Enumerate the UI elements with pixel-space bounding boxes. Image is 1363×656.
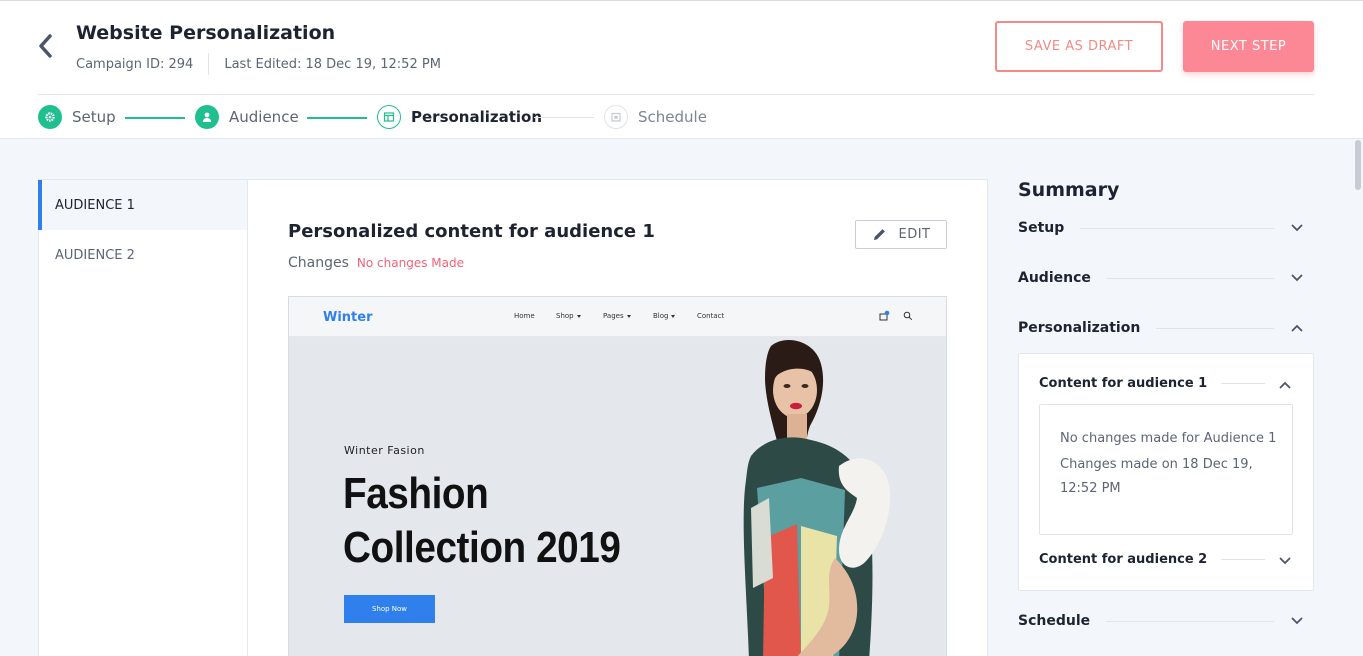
preview-eyebrow: Winter Fasion xyxy=(344,444,425,457)
chevron-down-icon xyxy=(1290,614,1304,628)
changes-status: Changes No changes Made xyxy=(288,255,464,271)
summary-content-audience-2[interactable]: Content for audience 2 xyxy=(1039,548,1291,570)
audience-tab-2[interactable]: AUDIENCE 2 xyxy=(39,230,248,280)
summary-changes-date: Changes made on 18 Dec 19, 12:52 PM xyxy=(1060,457,1253,496)
calendar-icon xyxy=(604,105,628,129)
meta-divider xyxy=(208,53,210,75)
summary-content-label: Content for audience 2 xyxy=(1039,551,1208,567)
fashion-model-image xyxy=(743,340,891,656)
preview-headline-line: Collection 2019 xyxy=(343,523,621,572)
preview-headline-line: Fashion xyxy=(343,469,489,518)
chevron-up-icon xyxy=(1279,374,1291,393)
page-title: Website Personalization xyxy=(76,22,336,44)
step-connector xyxy=(307,117,367,119)
pencil-icon xyxy=(873,229,885,240)
save-as-draft-button[interactable]: SAVE AS DRAFT xyxy=(995,21,1163,72)
summary-section-label: Schedule xyxy=(1018,613,1091,629)
preview-menu-label: Shop xyxy=(556,312,574,320)
summary-section-label: Setup xyxy=(1018,220,1065,236)
step-personalization[interactable]: Personalization xyxy=(377,104,542,130)
user-icon xyxy=(195,105,219,129)
caret-down-icon xyxy=(576,314,581,318)
page-scrollbar[interactable] xyxy=(1353,140,1363,656)
content-panel: Personalized content for audience 1 Chan… xyxy=(247,179,988,656)
summary-divider xyxy=(1221,382,1265,384)
summary-title: Summary xyxy=(1018,179,1120,201)
chevron-left-icon xyxy=(39,34,52,58)
personalization-summary-box: Content for audience 1 No changes made f… xyxy=(1018,353,1314,591)
summary-section-personalization[interactable]: Personalization xyxy=(1018,316,1304,340)
summary-content-label: Content for audience 1 xyxy=(1039,375,1208,391)
campaign-id: Campaign ID: 294 xyxy=(76,56,194,72)
cart-icon xyxy=(879,310,890,321)
edit-label: EDIT xyxy=(898,227,931,242)
preview-menu-item: Pages xyxy=(603,312,631,320)
step-label: Personalization xyxy=(411,108,543,126)
summary-divider xyxy=(1106,277,1274,279)
summary-section-schedule[interactable]: Schedule xyxy=(1018,609,1304,633)
step-audience[interactable]: Audience xyxy=(195,104,299,130)
preview-menu-label: Blog xyxy=(653,312,669,320)
preview-menu-label: Pages xyxy=(603,312,624,320)
website-preview[interactable]: Winter Home Shop Pages Blog Contact Wint… xyxy=(288,296,947,656)
summary-divider xyxy=(1221,558,1265,560)
summary-section-label: Audience xyxy=(1018,270,1091,286)
summary-content-audience-1[interactable]: Content for audience 1 xyxy=(1039,372,1291,394)
back-button[interactable] xyxy=(34,31,58,61)
step-setup[interactable]: Setup xyxy=(38,104,116,130)
summary-divider xyxy=(1080,227,1274,229)
gear-icon xyxy=(38,105,62,129)
next-step-button[interactable]: NEXT STEP xyxy=(1183,21,1314,72)
caret-down-icon xyxy=(626,314,631,318)
header-divider xyxy=(38,94,1314,95)
chevron-down-icon xyxy=(1290,271,1304,285)
preview-headline: Fashion Collection 2019 xyxy=(343,467,621,575)
preview-navbar: Winter Home Shop Pages Blog Contact xyxy=(289,297,946,337)
layout-icon xyxy=(377,105,401,129)
summary-divider xyxy=(1106,620,1274,622)
edit-button[interactable]: EDIT xyxy=(855,220,947,249)
chevron-down-icon xyxy=(1290,221,1304,235)
step-connector xyxy=(125,117,185,119)
audience-list: AUDIENCE 1 AUDIENCE 2 xyxy=(38,179,248,656)
preview-menu-item: Contact xyxy=(697,312,725,320)
summary-section-audience[interactable]: Audience xyxy=(1018,266,1304,290)
preview-menu-item: Home xyxy=(514,312,535,320)
step-label: Schedule xyxy=(638,108,707,126)
preview-menu-item: Shop xyxy=(556,312,581,320)
scrollbar-thumb[interactable] xyxy=(1355,140,1361,190)
step-schedule[interactable]: Schedule xyxy=(604,104,707,130)
summary-no-changes: No changes made for Audience 1 xyxy=(1060,431,1277,446)
preview-shop-now-button: Shop Now xyxy=(344,595,435,623)
page-header: Website Personalization Campaign ID: 294… xyxy=(0,0,1363,139)
audience-tab-1[interactable]: AUDIENCE 1 xyxy=(38,180,248,230)
changes-label: Changes xyxy=(288,255,349,271)
summary-content-detail: No changes made for Audience 1 Changes m… xyxy=(1039,404,1293,535)
step-label: Setup xyxy=(72,108,116,126)
summary-section-label: Personalization xyxy=(1018,320,1141,336)
step-label: Audience xyxy=(229,108,299,126)
step-connector xyxy=(534,117,594,118)
preview-brand: Winter xyxy=(323,310,373,325)
summary-divider xyxy=(1156,327,1274,329)
content-title: Personalized content for audience 1 xyxy=(288,221,655,242)
search-icon xyxy=(903,311,913,321)
summary-section-setup[interactable]: Setup xyxy=(1018,216,1304,240)
chevron-up-icon xyxy=(1290,321,1304,335)
campaign-meta: Campaign ID: 294 Last Edited: 18 Dec 19,… xyxy=(76,53,441,75)
changes-value: No changes Made xyxy=(356,256,464,270)
preview-menu-item: Blog xyxy=(653,312,676,320)
last-edited: Last Edited: 18 Dec 19, 12:52 PM xyxy=(224,56,441,72)
chevron-down-icon xyxy=(1279,550,1291,569)
caret-down-icon xyxy=(671,314,676,318)
